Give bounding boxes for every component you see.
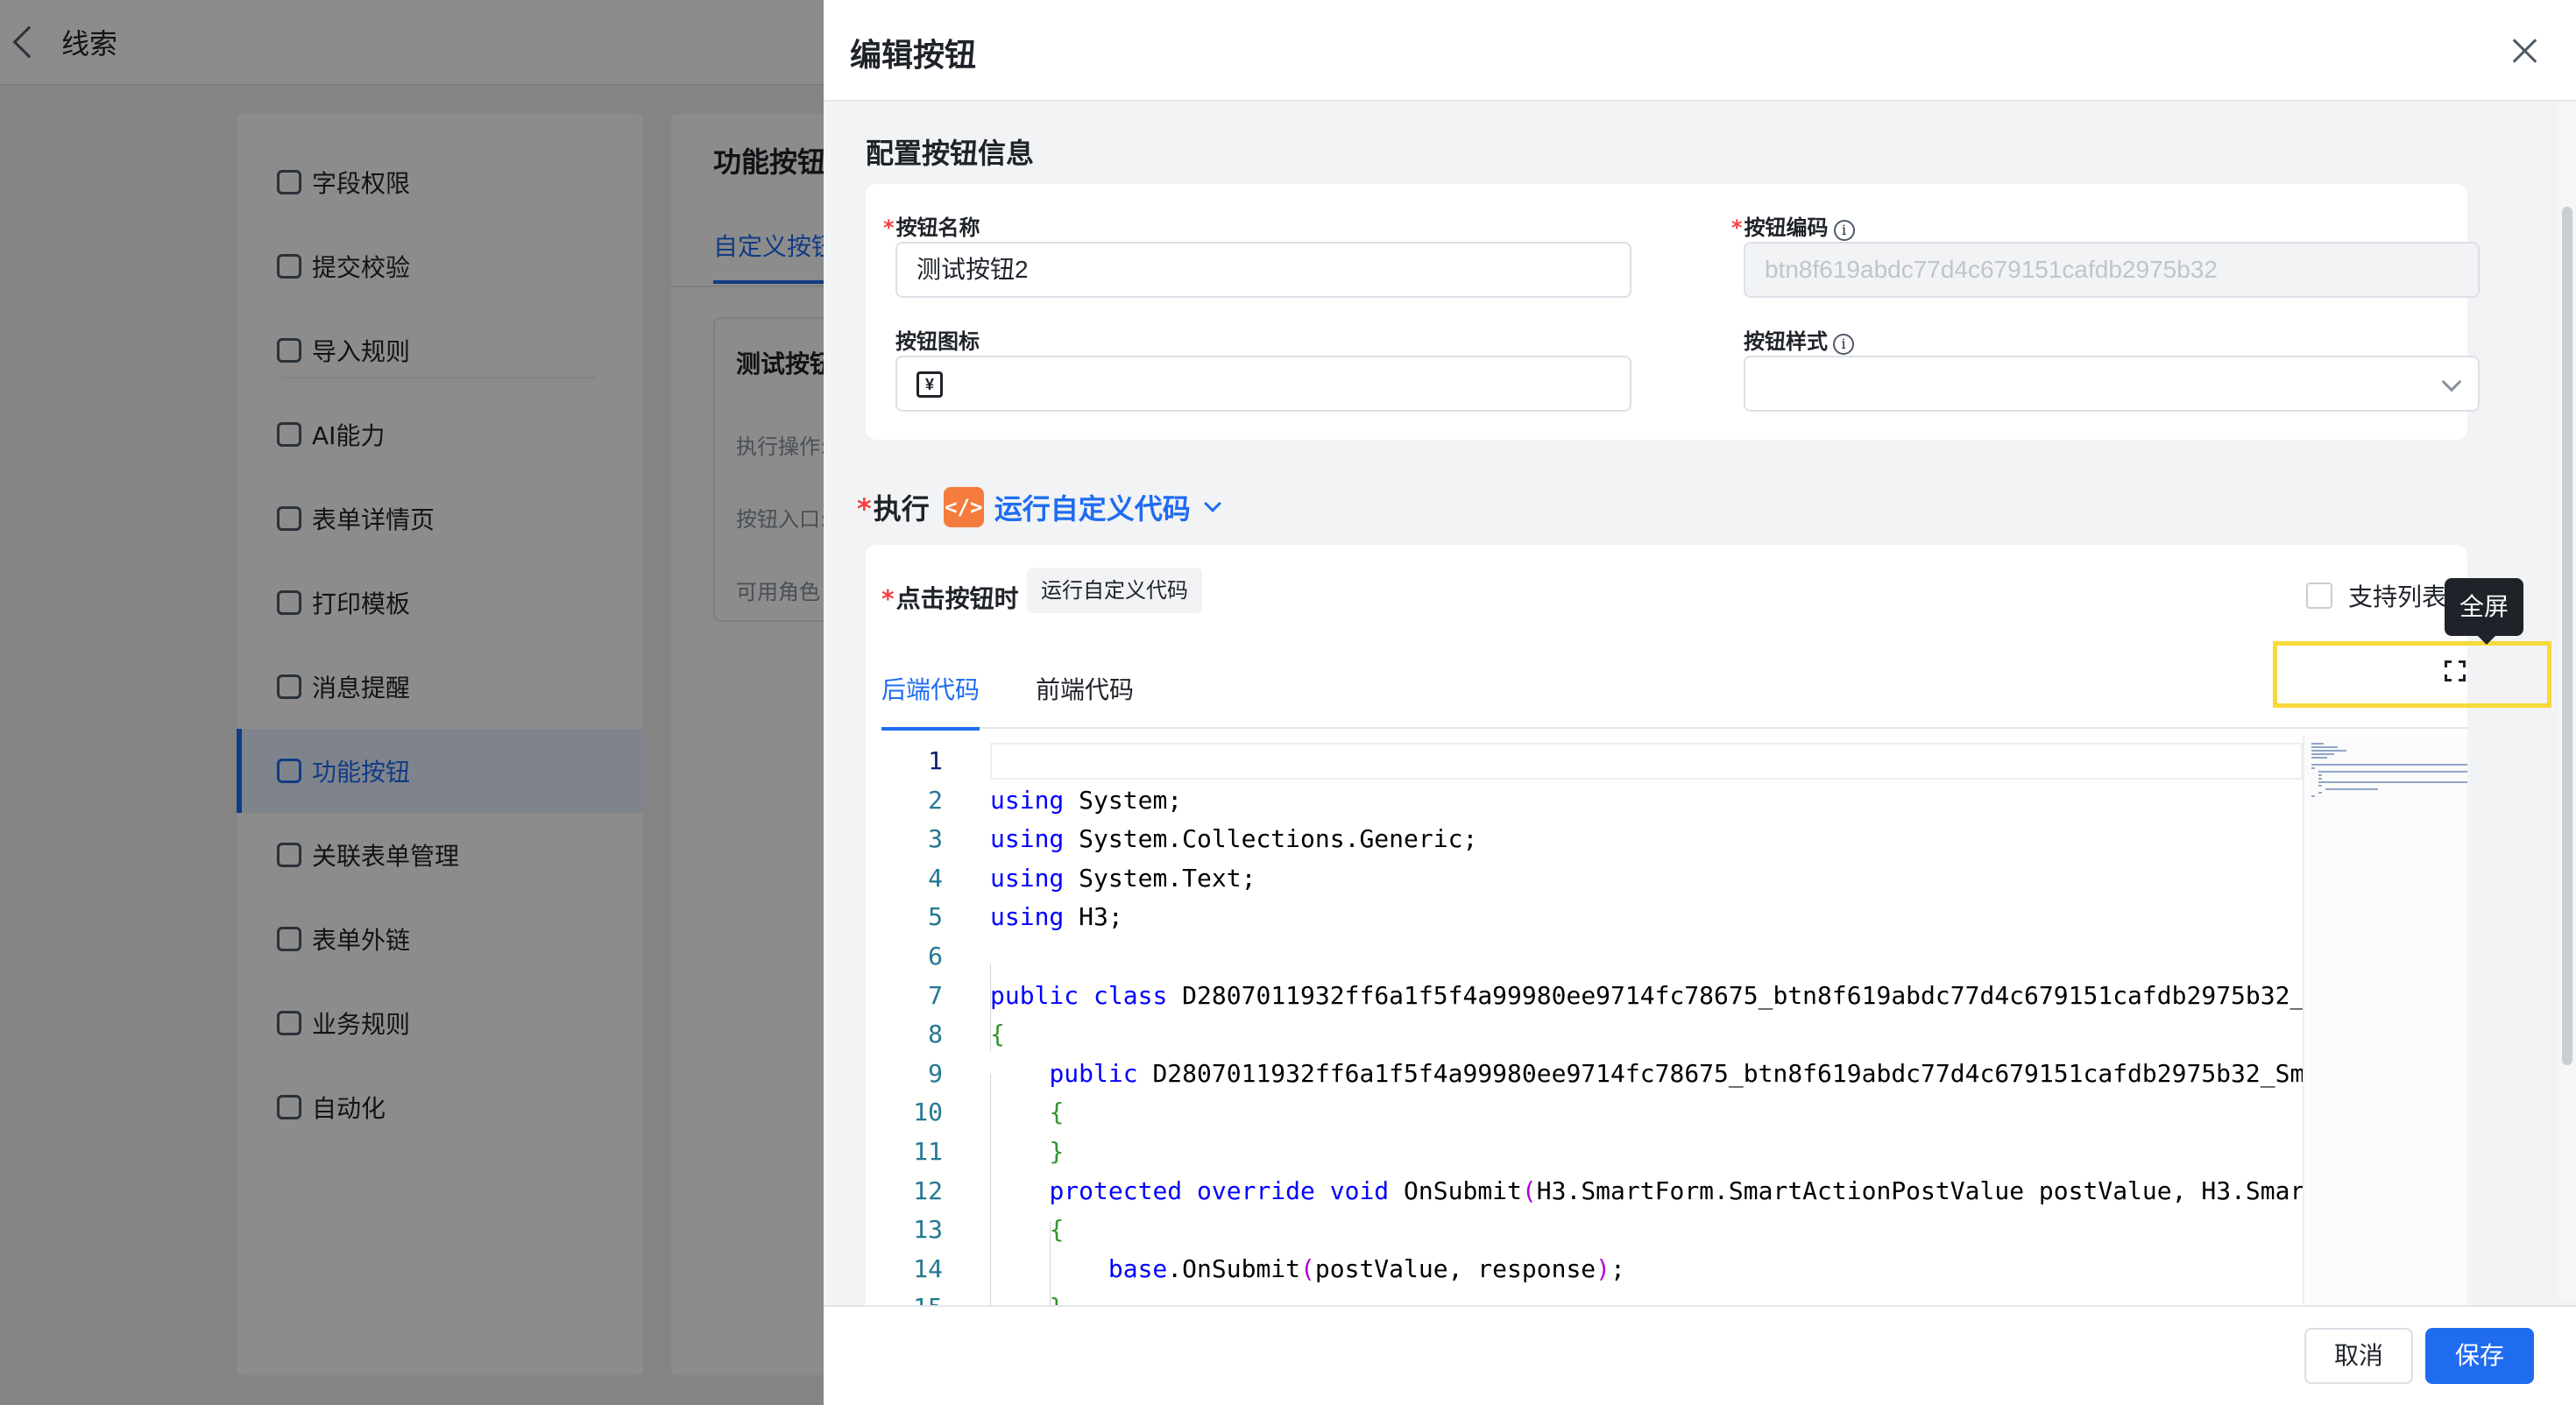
code-line: 8{ [881, 1016, 2388, 1053]
code-text: protected override void OnSubmit(H3.Smar… [1049, 1176, 2467, 1205]
execute-label-text: 执行 [873, 492, 930, 526]
line-number: 7 [928, 980, 943, 1010]
code-text: using H3; [990, 902, 1123, 932]
code-line: 5 using H3; [881, 899, 2388, 935]
button-style-label-text: 按钮样式 [1744, 329, 1828, 354]
required-mark: * [857, 492, 872, 526]
line-number: 10 [913, 1098, 943, 1127]
code-line: 7 public class D2807011932ff6a1f5f4a99980… [881, 978, 2467, 1014]
button-code-label-text: 按钮编码 [1744, 215, 1829, 240]
code-line: 1 [881, 743, 2388, 780]
code-text: public D2807011932ff6a1f5f4a99980ee9714f… [1049, 1058, 2467, 1088]
scrollbar-thumb[interactable] [2562, 207, 2572, 1065]
button-name-input[interactable]: 测试按钮2 [895, 242, 1631, 298]
required-mark: * [881, 584, 895, 613]
on-click-tag: 运行自定义代码 [1027, 568, 1202, 613]
section-title: 配置按钮信息 [866, 137, 1035, 170]
required-mark: * [1731, 215, 1743, 240]
code-text: using System; [990, 785, 1183, 815]
button-code-input: btn8f619abdc77d4c679151cafdb2975b32 [1744, 242, 2480, 298]
code-line: 12 protected override void OnSubmit(H3.S… [881, 1173, 2467, 1210]
button-style-select[interactable] [1744, 356, 2480, 412]
line-number: 1 [928, 746, 943, 775]
on-click-label: *点击按钮时 [881, 580, 1019, 615]
drawer-title: 编辑按钮 [850, 38, 977, 74]
line-number: 13 [913, 1215, 943, 1245]
fullscreen-tooltip: 全屏 [2445, 578, 2523, 645]
code-line: 4 using System.Text; [881, 860, 2388, 897]
line-number: 8 [928, 1020, 943, 1049]
line-number: 11 [913, 1137, 943, 1166]
line-number: 4 [928, 863, 943, 893]
code-line: 14 base.OnSubmit(postValue, response); [881, 1251, 2388, 1288]
line-number: 2 [928, 785, 943, 815]
button-info-form: *按钮名称 测试按钮2 *按钮编码 i btn8f619abdc77d4c6791… [866, 184, 2480, 440]
code-config-card: *点击按钮时 运行自定义代码 支持列表操作 后端代码 前端代码 1 2 using … [866, 545, 2481, 1405]
info-icon[interactable]: i [1833, 334, 1854, 355]
execute-row: *执行 </> 运行自定义代码 [857, 487, 1221, 527]
code-line: 3 using System.Collections.Generic; [881, 821, 2388, 858]
scrollbar[interactable] [2558, 102, 2576, 1302]
code-text: using System.Collections.Generic; [990, 824, 1478, 854]
drawer-footer: 取消 保存 [824, 1305, 2576, 1405]
code-line: 9 public D2807011932ff6a1f5f4a99980ee971… [881, 1056, 2467, 1092]
fullscreen-highlight [2273, 641, 2551, 708]
button-name-label: *按钮名称 [883, 210, 980, 241]
code-text: { [1049, 1215, 1065, 1245]
code-tabs: 后端代码 前端代码 [881, 650, 2467, 731]
save-button[interactable]: 保存 [2425, 1328, 2534, 1384]
line-number: 5 [928, 902, 943, 932]
support-list-checkbox[interactable] [2306, 582, 2332, 609]
button-icon-label: 按钮图标 [895, 329, 980, 354]
button-style-label: 按钮样式 i [1744, 324, 1854, 355]
code-line: 13 { [881, 1211, 2388, 1248]
line-number: 6 [928, 942, 943, 971]
code-text: using System.Text; [990, 863, 1256, 893]
code-line: 2 using System; [881, 782, 2388, 819]
tab-frontend-code[interactable]: 前端代码 [1036, 671, 1134, 727]
code-text: { [990, 1020, 1005, 1049]
button-name-label-text: 按钮名称 [895, 215, 980, 240]
line-number: 14 [913, 1253, 943, 1283]
line-number: 3 [928, 824, 943, 854]
cancel-button[interactable]: 取消 [2304, 1328, 2413, 1384]
execute-action-select[interactable]: 运行自定义代码 [994, 487, 1191, 527]
chevron-down-icon [2441, 371, 2462, 392]
line-number: 9 [928, 1058, 943, 1088]
code-line: 6 [881, 938, 2388, 975]
code-text: { [1049, 1098, 1065, 1127]
tab-backend-code[interactable]: 后端代码 [881, 671, 980, 731]
button-code-label: *按钮编码 i [1731, 210, 1855, 241]
line-number: 12 [913, 1176, 943, 1205]
code-text: public class D2807011932ff6a1f5f4a99980e… [990, 980, 2467, 1010]
info-icon[interactable]: i [1833, 220, 1855, 241]
close-icon[interactable] [2509, 35, 2541, 67]
code-line: 11 } [881, 1133, 2388, 1170]
on-click-label-text: 点击按钮时 [895, 584, 1019, 613]
drawer-header: 编辑按钮 [824, 0, 2576, 102]
required-mark: * [883, 215, 895, 240]
code-icon: </> [943, 487, 984, 527]
code-text: base.OnSubmit(postValue, response); [1108, 1253, 1625, 1283]
code-line: 10 { [881, 1094, 2388, 1131]
button-icon-picker[interactable]: ¥ [895, 356, 1631, 412]
yen-icon: ¥ [916, 371, 943, 398]
chevron-down-icon[interactable] [1203, 495, 1221, 512]
execute-label: *执行 [857, 487, 930, 527]
code-text: } [1049, 1137, 1065, 1166]
